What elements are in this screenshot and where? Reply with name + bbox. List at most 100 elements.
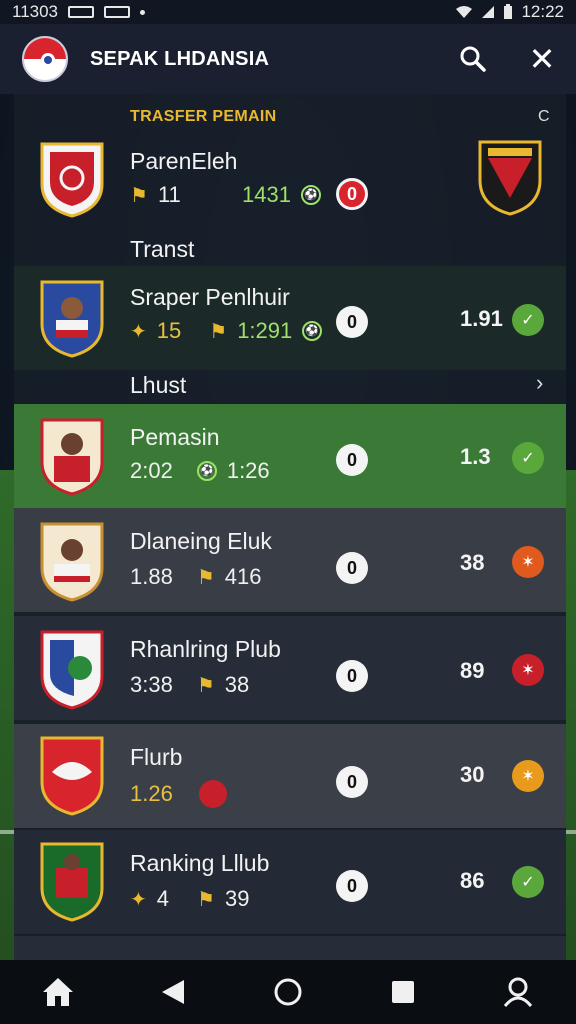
meta-value-2: 1:26	[226, 458, 270, 483]
status-icon: ✓	[512, 866, 544, 898]
club-name: Sraper Penlhuir	[130, 284, 290, 310]
notification-icon-2	[104, 6, 131, 18]
club-crest-icon	[40, 280, 104, 358]
group-heading: Transt	[130, 236, 195, 262]
status-icon: ✶	[512, 654, 544, 686]
nav-home-button[interactable]	[36, 970, 80, 1014]
meta-value-2: 1:291	[237, 318, 293, 343]
close-icon: ✕	[528, 41, 556, 77]
list-item[interactable]: Dlaneing Eluk 1.88 ⚑ 416 0 38 ✶	[14, 508, 566, 612]
trophy-icon: ⚑	[196, 674, 215, 697]
back-icon	[161, 980, 184, 1004]
close-button[interactable]: ✕	[523, 40, 561, 78]
list-item[interactable]: ParenEleh ⚑ 11 1431 ⚽ 0	[14, 130, 566, 234]
meta-value-2: 39	[224, 886, 250, 911]
profile-icon	[504, 977, 533, 1007]
search-button[interactable]	[454, 40, 492, 78]
section-title: TRASFER PEMAIN	[130, 108, 277, 125]
nav-bar	[0, 960, 576, 1024]
count-badge: 0	[336, 444, 368, 476]
chevron-right-icon[interactable]: ›	[536, 370, 543, 396]
wifi-icon	[456, 6, 473, 18]
refresh-icon[interactable]: C	[538, 108, 550, 126]
ball-icon: ⚽	[300, 185, 321, 205]
club-crest-icon	[40, 142, 104, 218]
home-circle-icon	[274, 978, 302, 1006]
list-item[interactable]: Rhanlring Plub 3:38 ⚑ 38 0 89 ✶	[14, 616, 566, 720]
meta-value-2: 38	[224, 672, 250, 697]
club-score: 86	[460, 868, 485, 893]
nav-home-circle-button[interactable]	[266, 970, 310, 1014]
club-meta: 2:02 ⚽ 1:26	[130, 458, 270, 484]
count-badge: 0	[336, 552, 368, 584]
more-dot-icon	[140, 9, 146, 15]
trophy-icon: ⚑	[209, 320, 228, 343]
status-clock: 12:22	[521, 2, 564, 21]
status-icon: ✓	[512, 442, 544, 474]
star-icon: ✦	[130, 888, 147, 911]
club-score: 1.91	[460, 306, 503, 331]
club-meta: ✦ 4 ⚑ 39	[130, 886, 249, 912]
ball-icon: ⚽	[302, 321, 323, 341]
nav-profile-button[interactable]	[496, 970, 540, 1014]
club-name: Ranking Lllub	[130, 850, 270, 876]
list-item[interactable]: Ranking Lllub ✦ 4 ⚑ 39 0 86 ✓	[14, 830, 566, 934]
club-score: 30	[460, 762, 485, 787]
battery-icon	[504, 4, 513, 19]
club-crest-icon	[40, 630, 104, 710]
meta-value: 1.26	[130, 781, 173, 806]
meta-value-2: 1431	[242, 182, 291, 207]
app-logo	[22, 36, 68, 82]
club-crest-icon	[40, 418, 104, 496]
club-meta: 1.26	[130, 780, 227, 808]
list-item[interactable]: Flurb 1.26 0 30 ✶	[14, 724, 566, 828]
club-crest-icon	[40, 842, 104, 922]
meta-value: 2:02	[130, 458, 173, 483]
meta-value-2: 416	[224, 564, 262, 589]
nav-recents-button[interactable]	[381, 970, 425, 1014]
nav-back-button[interactable]	[151, 970, 195, 1014]
ball-icon: ⚽	[196, 461, 217, 481]
club-score: 1.3	[460, 444, 491, 469]
club-meta: ⚑ 11	[130, 182, 181, 208]
transfer-panel: TRASFER PEMAIN C ParenEleh ⚑ 11 1431 ⚽ 0…	[14, 94, 566, 960]
list-item-partial[interactable]	[14, 936, 566, 960]
count-badge: 0	[336, 766, 368, 798]
club-name: Dlaneing Eluk	[130, 528, 272, 554]
status-icon: ✶	[512, 760, 544, 792]
app-title: SEPAK LHDANSIA	[90, 47, 270, 70]
list-item[interactable]: Sraper Penlhuir ✦ 15 ⚑ 1:291 ⚽ 0 1.91 ✓	[14, 266, 566, 370]
meta-value: 15	[156, 318, 182, 343]
club-name: Rhanlring Plub	[130, 636, 281, 662]
count-badge: 0	[336, 306, 368, 338]
meta-value: 3:38	[130, 672, 173, 697]
club-crest-icon	[40, 522, 104, 602]
meta-value: 4	[156, 886, 170, 911]
recents-icon	[392, 981, 415, 1003]
club-score: 38	[460, 550, 485, 575]
list-item[interactable]: Pemasin 2:02 ⚽ 1:26 0 1.3 ✓	[14, 404, 566, 508]
opponent-crest-icon	[478, 140, 542, 216]
home-icon	[42, 978, 73, 1006]
status-icon: ✓	[512, 304, 544, 336]
club-icon	[198, 780, 227, 808]
club-meta: 3:38 ⚑ 38	[130, 672, 249, 698]
signal-icon	[482, 6, 495, 18]
club-name: Pemasin	[130, 424, 220, 450]
meta-value: 11	[157, 182, 181, 207]
club-meta: ✦ 15 ⚑ 1:291 ⚽	[130, 318, 323, 344]
club-meta-2: 1431 ⚽	[242, 182, 321, 208]
app-header: SEPAK LHDANSIA ✕	[0, 24, 576, 94]
club-crest-icon	[40, 736, 104, 816]
group-heading: Lhust	[130, 372, 187, 398]
count-badge: 0	[336, 870, 368, 902]
trophy-icon: ⚑	[196, 566, 215, 589]
status-icon: ✶	[512, 546, 544, 578]
meta-value: 1.88	[130, 564, 173, 589]
club-score: 89	[460, 658, 485, 683]
notification-icon	[68, 6, 95, 18]
search-icon	[460, 46, 486, 72]
count-badge: 0	[336, 178, 368, 210]
club-meta: 1.88 ⚑ 416	[130, 564, 261, 590]
status-time: 11303	[12, 2, 59, 21]
